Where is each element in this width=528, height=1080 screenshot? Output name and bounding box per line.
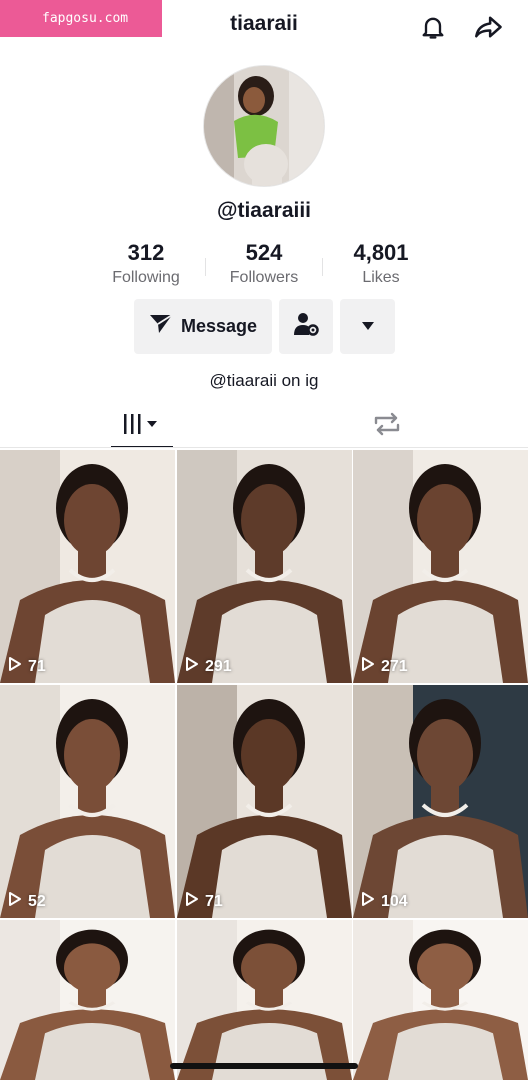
stat-likes[interactable]: 4,801 Likes xyxy=(321,240,441,290)
tabs-divider xyxy=(0,447,528,448)
stat-followers[interactable]: 524 Followers xyxy=(204,240,324,290)
video-thumbnail xyxy=(353,450,528,683)
video-view-count: 104 xyxy=(361,891,408,912)
tab-reposts[interactable] xyxy=(356,405,418,448)
video-tile[interactable]: 271 xyxy=(353,450,528,683)
following-label: Following xyxy=(112,269,180,286)
view-count-label: 52 xyxy=(28,892,46,910)
profile-username: @tiaaraiii xyxy=(216,199,312,222)
tab-videos[interactable] xyxy=(111,405,173,448)
video-thumbnail xyxy=(353,920,528,1080)
paper-plane-icon xyxy=(149,313,173,340)
home-indicator xyxy=(170,1063,358,1069)
video-view-count: 52 xyxy=(8,891,46,912)
play-icon xyxy=(185,891,199,912)
watermark: fapgosu.com xyxy=(0,0,162,37)
caret-down-icon xyxy=(361,318,375,336)
video-grid: 71 291 271 52 71 104 xyxy=(0,450,528,1080)
view-count-label: 291 xyxy=(205,657,232,675)
video-thumbnail xyxy=(0,685,175,918)
play-icon xyxy=(361,656,375,677)
view-count-label: 271 xyxy=(381,657,408,675)
profile-bio: @tiaaraii on ig xyxy=(209,371,319,390)
person-gear-icon xyxy=(292,311,320,342)
video-tile[interactable] xyxy=(353,920,528,1080)
video-thumbnail xyxy=(177,920,352,1080)
likes-count: 4,801 xyxy=(353,240,409,265)
followers-label: Followers xyxy=(229,269,299,286)
play-icon xyxy=(361,891,375,912)
view-count-label: 71 xyxy=(205,892,223,910)
video-tile[interactable]: 71 xyxy=(0,450,175,683)
video-view-count: 271 xyxy=(361,656,408,677)
video-tile[interactable]: 291 xyxy=(177,450,352,683)
profile-actions: Message xyxy=(0,299,528,354)
profile-stats: 312 Following 524 Followers 4,801 Likes xyxy=(0,240,528,290)
profile-tabs xyxy=(0,405,528,448)
video-view-count: 71 xyxy=(185,891,223,912)
video-tile[interactable] xyxy=(177,920,352,1080)
likes-label: Likes xyxy=(362,269,400,286)
stat-divider xyxy=(322,258,323,276)
video-tile[interactable]: 52 xyxy=(0,685,175,918)
video-thumbnail xyxy=(177,685,352,918)
following-count: 312 xyxy=(127,240,165,265)
share-arrow-icon[interactable] xyxy=(472,10,506,44)
stat-divider xyxy=(205,258,206,276)
video-thumbnail xyxy=(0,920,175,1080)
followers-count: 524 xyxy=(245,240,283,265)
repost-icon xyxy=(372,411,402,442)
avatar[interactable] xyxy=(203,65,325,187)
video-tile[interactable] xyxy=(0,920,175,1080)
grid-bars-icon xyxy=(122,412,162,441)
video-view-count: 291 xyxy=(185,656,232,677)
more-options-button[interactable] xyxy=(340,299,395,354)
view-count-label: 104 xyxy=(381,892,408,910)
view-count-label: 71 xyxy=(28,657,46,675)
video-thumbnail xyxy=(353,685,528,918)
stat-following[interactable]: 312 Following xyxy=(86,240,206,290)
video-tile[interactable]: 71 xyxy=(177,685,352,918)
video-view-count: 71 xyxy=(8,656,46,677)
play-icon xyxy=(8,656,22,677)
video-thumbnail xyxy=(177,450,352,683)
message-button[interactable]: Message xyxy=(134,299,272,354)
message-button-label: Message xyxy=(180,316,258,336)
add-friend-button[interactable] xyxy=(279,299,333,354)
bell-icon[interactable] xyxy=(416,10,450,44)
play-icon xyxy=(185,656,199,677)
video-thumbnail xyxy=(0,450,175,683)
play-icon xyxy=(8,891,22,912)
video-tile[interactable]: 104 xyxy=(353,685,528,918)
